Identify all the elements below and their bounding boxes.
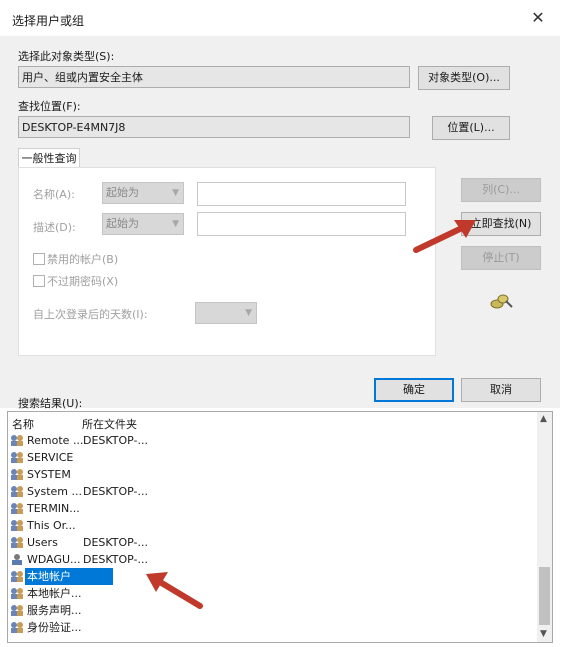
- group-icon: [11, 435, 23, 446]
- chevron-down-icon: ▼: [172, 219, 179, 229]
- object-type-field: 用户、组或内置安全主体: [18, 66, 410, 88]
- list-item[interactable]: Users DESKTOP-...: [8, 534, 538, 551]
- column-header-name[interactable]: 名称: [12, 416, 34, 432]
- list-item[interactable]: SYSTEM: [8, 466, 538, 483]
- days-since-logon-select[interactable]: ▼: [195, 302, 257, 324]
- list-item[interactable]: WDAGU... DESKTOP-...: [8, 551, 538, 568]
- row-name: TERMIN...: [27, 502, 80, 515]
- object-type-label: 选择此对象类型(S):: [18, 50, 115, 63]
- scroll-up-icon[interactable]: ▲: [540, 414, 547, 424]
- description-input[interactable]: [197, 212, 406, 236]
- group-icon: [11, 622, 23, 633]
- location-field: DESKTOP-E4MN7J8: [18, 116, 410, 138]
- annotation-arrow-icon: [146, 572, 203, 609]
- results-rows: Remote ... DESKTOP-... SERVICE SYSTEM Sy…: [8, 432, 538, 640]
- row-folder: DESKTOP-...: [83, 536, 148, 549]
- row-name: WDAGU...: [27, 553, 81, 566]
- name-input[interactable]: [197, 182, 406, 206]
- row-name: 身份验证...: [27, 621, 82, 634]
- group-icon: [11, 588, 23, 599]
- group-icon: [11, 452, 23, 463]
- user-icon: [12, 554, 22, 565]
- row-folder: DESKTOP-...: [83, 485, 148, 498]
- description-label: 描述(D):: [33, 221, 76, 234]
- search-results-label: 搜索结果(U):: [18, 397, 83, 410]
- description-mode-select[interactable]: 起始为 ▼: [102, 213, 184, 235]
- row-name: 服务声明...: [27, 604, 82, 617]
- list-item[interactable]: 身份验证...: [8, 619, 538, 636]
- group-icon: [11, 486, 23, 497]
- annotation-arrow-icon: [413, 220, 476, 253]
- disabled-accounts-label: 禁用的帐户(B): [47, 253, 119, 266]
- group-icon: [11, 520, 23, 531]
- row-name: SYSTEM: [27, 468, 71, 481]
- group-icon: [11, 605, 23, 616]
- list-item[interactable]: Remote ... DESKTOP-...: [8, 432, 538, 449]
- days-since-logon-label: 自上次登录后的天数(I):: [33, 308, 148, 321]
- row-name: SERVICE: [27, 451, 74, 464]
- non-expiring-password-checkbox[interactable]: [33, 275, 45, 287]
- list-item-selected[interactable]: 本地帐户: [8, 568, 538, 585]
- list-item[interactable]: 本地帐户...: [8, 585, 538, 602]
- list-item[interactable]: SERVICE: [8, 449, 538, 466]
- description-mode-value: 起始为: [106, 217, 139, 230]
- group-icon: [11, 571, 23, 582]
- row-name: 本地帐户...: [27, 587, 82, 600]
- group-icon: [11, 537, 23, 548]
- group-icon: [11, 469, 23, 480]
- location-label: 查找位置(F):: [18, 100, 81, 113]
- ok-button[interactable]: 确定: [374, 378, 454, 402]
- name-label: 名称(A):: [33, 188, 75, 201]
- row-name: 本地帐户: [25, 568, 113, 585]
- row-folder: DESKTOP-...: [83, 553, 148, 566]
- name-mode-select[interactable]: 起始为 ▼: [102, 182, 184, 204]
- row-name: This Or...: [27, 519, 76, 532]
- close-icon[interactable]: ✕: [528, 8, 548, 28]
- disabled-accounts-checkbox[interactable]: [33, 253, 45, 265]
- object-types-button[interactable]: 对象类型(O)...: [418, 66, 510, 90]
- search-people-icon: [490, 294, 513, 309]
- list-item[interactable]: 服务声明...: [8, 602, 538, 619]
- list-item[interactable]: System ... DESKTOP-...: [8, 483, 538, 500]
- chevron-down-icon: ▼: [245, 308, 252, 318]
- list-item[interactable]: TERMIN...: [8, 500, 538, 517]
- chevron-down-icon: ▼: [172, 188, 179, 198]
- non-expiring-password-label: 不过期密码(X): [47, 275, 119, 288]
- list-item[interactable]: This Or...: [8, 517, 538, 534]
- scroll-down-icon[interactable]: ▼: [540, 629, 547, 639]
- locations-button[interactable]: 位置(L)...: [432, 116, 510, 140]
- row-folder: DESKTOP-...: [83, 434, 148, 447]
- scrollbar-thumb[interactable]: [539, 567, 550, 625]
- dialog-title: 选择用户或组: [12, 14, 85, 28]
- row-name: System ...: [27, 485, 83, 498]
- group-icon: [11, 503, 23, 514]
- column-header-folder[interactable]: 所在文件夹: [82, 416, 137, 432]
- columns-button[interactable]: 列(C)...: [461, 178, 541, 202]
- row-name: Remote ...: [27, 434, 84, 447]
- tab-common-queries[interactable]: 一般性查询: [18, 148, 80, 168]
- name-mode-value: 起始为: [106, 186, 139, 199]
- cancel-button[interactable]: 取消: [461, 378, 541, 402]
- row-name: Users: [27, 536, 58, 549]
